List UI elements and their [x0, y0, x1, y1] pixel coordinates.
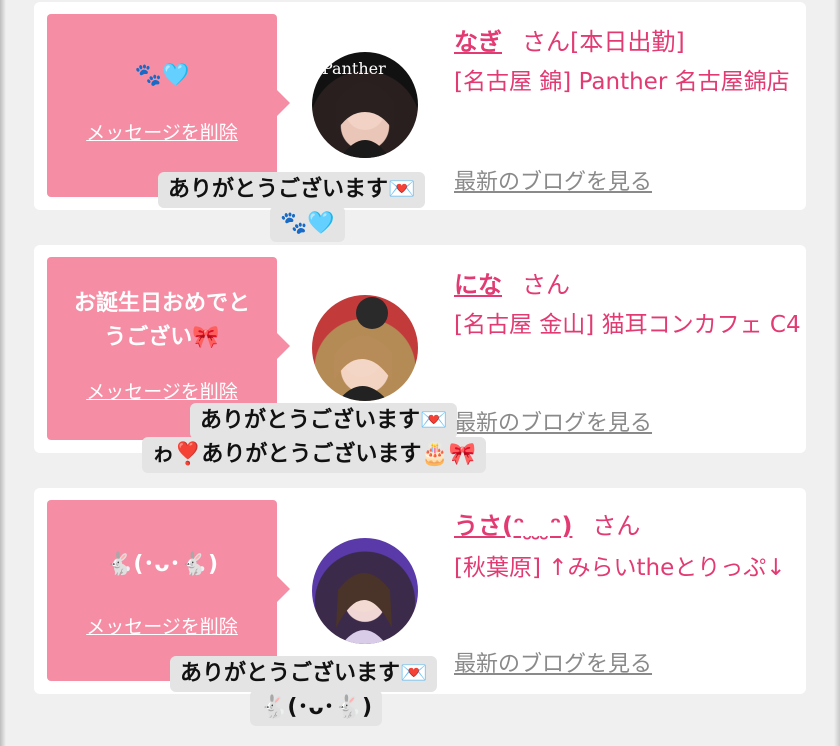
cast-name-link[interactable]: なぎ	[454, 28, 502, 56]
reply-bubble-line2: 🐾🩵	[270, 206, 345, 242]
cast-name-link[interactable]: にな	[454, 271, 502, 299]
avatar-photo	[336, 573, 392, 644]
cast-honorific: さん	[592, 512, 641, 540]
reply-bubble: ありがとうございます💌	[190, 403, 458, 439]
page-edge-shadow-right	[834, 0, 840, 746]
avatar[interactable]	[312, 295, 418, 401]
reply-bubble-line2: 🐇(･ᴗ･🐇)	[250, 690, 383, 726]
delete-message-link[interactable]: メッセージを削除	[47, 612, 277, 639]
avatar-logo-text: Panther	[322, 59, 386, 78]
shop-link[interactable]: [秋葉原] ↑みらいtheとりっぷ↓	[454, 548, 804, 588]
message-box: 🐇(･ᴗ･🐇) メッセージを削除	[47, 500, 290, 681]
message-box: 🐾🩵 メッセージを削除	[47, 14, 290, 197]
avatar-photo	[334, 297, 392, 401]
latest-blog-link[interactable]: 最新のブログを見る	[454, 405, 652, 437]
reply-bubble: ありがとうございます💌	[158, 172, 426, 208]
cast-honorific: さん[本日出勤]	[522, 28, 685, 56]
message-text: 🐇(･ᴗ･🐇)	[105, 552, 218, 577]
page-edge-shadow-left	[0, 0, 6, 746]
cast-name-line: なぎ さん[本日出勤]	[454, 22, 685, 57]
shop-link[interactable]: [名古屋 錦] Panther 名古屋錦店	[454, 62, 804, 102]
message-text-line2: うござい🎀	[104, 325, 220, 350]
cast-honorific: さん	[522, 271, 570, 299]
reply-bubble: ありがとうございます💌	[170, 656, 438, 692]
cast-name-link[interactable]: うさ(ᵔ ̮ ̮ ̮ᵔ)	[454, 512, 572, 540]
message-text-line1: お誕生日おめでと	[73, 291, 250, 316]
shop-link[interactable]: [名古屋 金山] 猫耳コンカフェ C4	[454, 305, 804, 345]
latest-blog-link[interactable]: 最新のブログを見る	[454, 164, 652, 196]
delete-message-link[interactable]: メッセージを削除	[47, 377, 277, 404]
reply-bubble-line2: ゎ❣️ありがとうございます🎂🎀	[142, 437, 487, 473]
avatar[interactable]: Panther	[312, 52, 418, 158]
avatar-photo: Panther	[322, 59, 394, 158]
avatar[interactable]	[312, 538, 418, 644]
message-text: 🐾🩵	[134, 63, 190, 88]
delete-message-link[interactable]: メッセージを削除	[47, 118, 277, 145]
cast-name-line: うさ(ᵔ ̮ ̮ ̮ᵔ) さん	[454, 506, 640, 541]
cast-name-line: にな さん	[454, 265, 570, 300]
latest-blog-link[interactable]: 最新のブログを見る	[454, 646, 652, 678]
